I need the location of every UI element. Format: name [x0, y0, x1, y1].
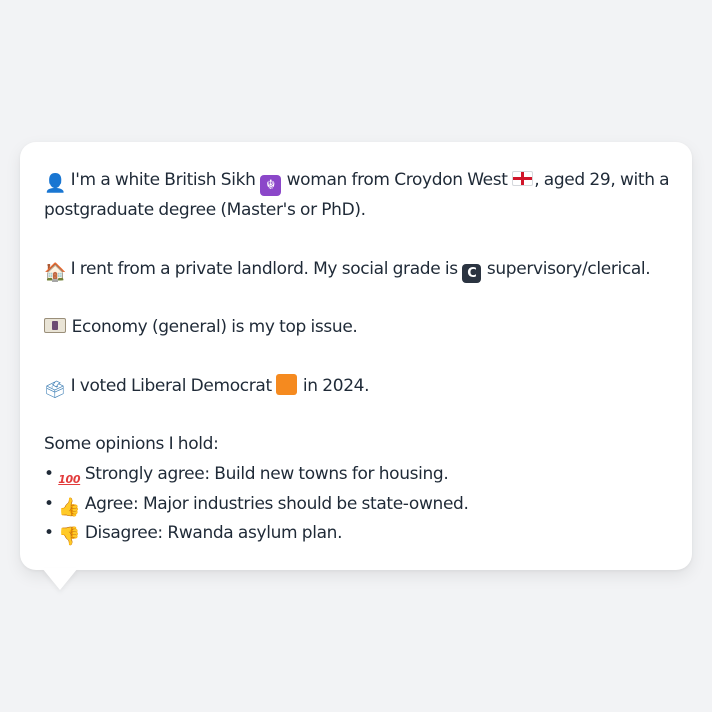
thumbs-up-icon: 👍: [58, 496, 81, 518]
party-color-square-icon: [276, 373, 298, 395]
bust-in-silhouette-icon: 👤: [44, 173, 67, 194]
opinions-heading: Some opinions I hold:: [44, 434, 219, 455]
intro-lead: I'm a white British Sikh: [70, 170, 256, 190]
housing-lead: I rent from a private landlord. My socia…: [70, 258, 459, 279]
intro-middle: woman from Croydon West: [286, 170, 508, 190]
issue-paragraph: Economy (general) is my top issue.: [44, 313, 670, 342]
opinion-text: Strongly agree: Build new towns for hous…: [84, 463, 449, 484]
vote-paragraph: 🗳 I voted Liberal Democrat in 2024.: [44, 372, 670, 401]
intro-paragraph: 👤 I'm a white British Sikh ☬ woman from …: [44, 166, 670, 225]
opinion-text: Agree: Major industries should be state-…: [84, 493, 469, 514]
vote-lead: I voted Liberal Democrat: [70, 375, 273, 396]
house-icon: 🏠: [44, 261, 67, 283]
bullet: •: [44, 463, 54, 484]
housing-tail: supervisory/clerical.: [486, 258, 651, 279]
bullet: •: [44, 522, 54, 543]
opinion-text: Disagree: Rwanda asylum plan.: [84, 522, 343, 543]
banknote-icon: [44, 318, 66, 334]
hundred-points-icon: 100: [58, 472, 81, 486]
ballot-box-icon: 🗳: [44, 379, 66, 400]
opinion-item: • 👎 Disagree: Rwanda asylum plan.: [44, 519, 670, 548]
bubble-tail: [42, 568, 78, 590]
thumbs-down-icon: 👎: [58, 525, 81, 547]
england-flag-icon: [512, 171, 534, 186]
bullet: •: [44, 493, 54, 514]
housing-paragraph: 🏠 I rent from a private landlord. My soc…: [44, 255, 670, 284]
vote-tail: in 2024.: [302, 375, 370, 396]
persona-message-bubble: 👤 I'm a white British Sikh ☬ woman from …: [20, 142, 692, 570]
issue-text: Economy (general) is my top issue.: [71, 317, 358, 338]
opinion-item: • 100 Strongly agree: Build new towns fo…: [44, 460, 670, 490]
khanda-icon: ☬: [260, 175, 282, 196]
grade-badge-icon: C: [462, 263, 482, 283]
opinion-item: • 👍 Agree: Major industries should be st…: [44, 490, 670, 519]
